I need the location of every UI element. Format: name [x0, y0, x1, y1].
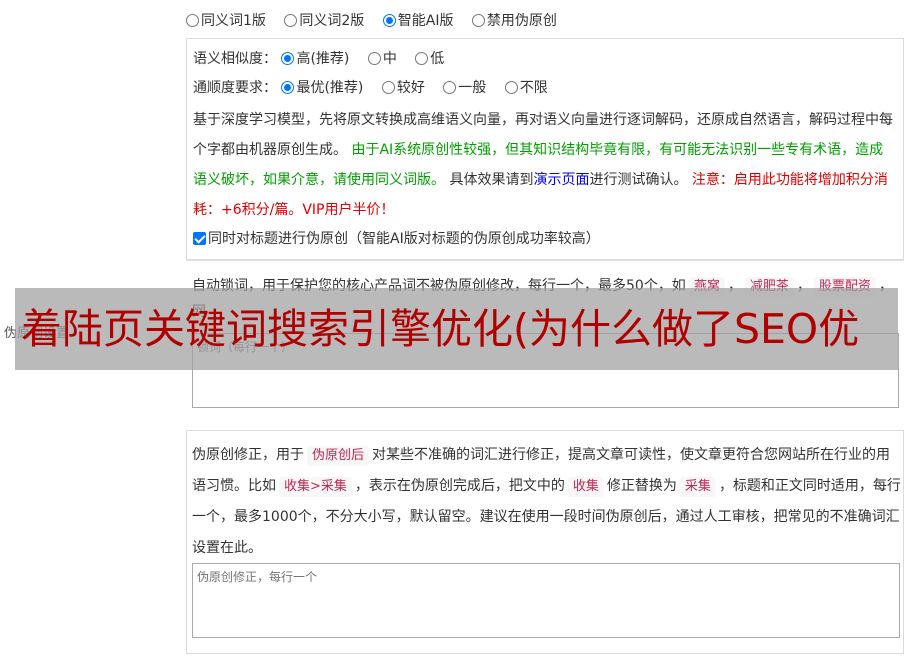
radio-selected-icon[interactable] — [281, 52, 295, 65]
demo-page-link[interactable]: 演示页面 — [533, 172, 589, 188]
example-tag: 收集 — [567, 477, 604, 497]
radio-icon[interactable] — [504, 81, 518, 94]
fluency-option-normal[interactable]: 一般 — [443, 74, 486, 103]
fluency-option-good[interactable]: 较好 — [381, 74, 425, 103]
fix-words-textarea[interactable] — [192, 563, 900, 638]
radio-icon[interactable] — [186, 14, 199, 27]
example-tag: 伪原创后 — [307, 446, 370, 466]
mode-option-synonym2[interactable]: 同义词2版 — [284, 10, 364, 30]
similarity-option-low[interactable]: 低 — [415, 45, 444, 74]
mode-radio-group: 同义词1版 同义词2版 智能AI版 禁用伪原创 — [186, 10, 571, 30]
similarity-option-medium[interactable]: 中 — [367, 45, 397, 74]
fluency-option-any[interactable]: 不限 — [504, 74, 548, 103]
checkbox-checked-icon[interactable] — [193, 232, 206, 245]
similarity-option-high[interactable]: 高(推荐) — [281, 45, 349, 74]
fluency-label: 通顺度要求： — [193, 80, 277, 96]
mode-option-synonym1[interactable]: 同义词1版 — [186, 10, 266, 30]
fluency-option-best[interactable]: 最优(推荐) — [281, 74, 363, 103]
similarity-row: 语义相似度： 高(推荐) 中 低 — [193, 45, 897, 74]
section-divider — [186, 260, 904, 261]
radio-icon[interactable] — [381, 81, 395, 94]
radio-icon[interactable] — [471, 14, 485, 27]
radio-icon[interactable] — [284, 14, 298, 27]
fluency-row: 通顺度要求： 最优(推荐) 较好 一般 不限 — [193, 74, 897, 103]
radio-icon[interactable] — [443, 81, 457, 94]
fix-description: 伪原创修正，用于 伪原创后 对某些不准确的词汇进行修正，提高文章可读性，使文章更符合… — [192, 446, 901, 556]
ai-description: 基于深度学习模型，先将原文转换成高维语义向量，再对语义向量进行逐词解码，还原成自… — [193, 112, 893, 218]
overlay-title-banner: 着陆页关键词搜索引擎优化(为什么做了SEO优 — [15, 288, 898, 370]
radio-selected-icon[interactable] — [382, 14, 396, 27]
title-checkbox-row[interactable]: 同时对标题进行伪原创（智能AI版对标题的伪原创成功率较高） — [193, 225, 897, 254]
radio-icon[interactable] — [415, 52, 429, 65]
example-tag: 收集>采集 — [279, 477, 352, 497]
radio-icon[interactable] — [367, 52, 381, 65]
mode-option-ai[interactable]: 智能AI版 — [382, 10, 453, 30]
mode-option-disable[interactable]: 禁用伪原创 — [471, 10, 557, 30]
title-checkbox-label: 同时对标题进行伪原创（智能AI版对标题的伪原创成功率较高） — [208, 231, 600, 247]
ai-settings-panel: 语义相似度： 高(推荐) 中 低 通顺度要求： 最优(推荐) 较好 一般 不限 … — [186, 38, 904, 260]
radio-selected-icon[interactable] — [281, 81, 295, 94]
similarity-label: 语义相似度： — [193, 51, 277, 67]
example-tag: 采集 — [679, 477, 716, 497]
